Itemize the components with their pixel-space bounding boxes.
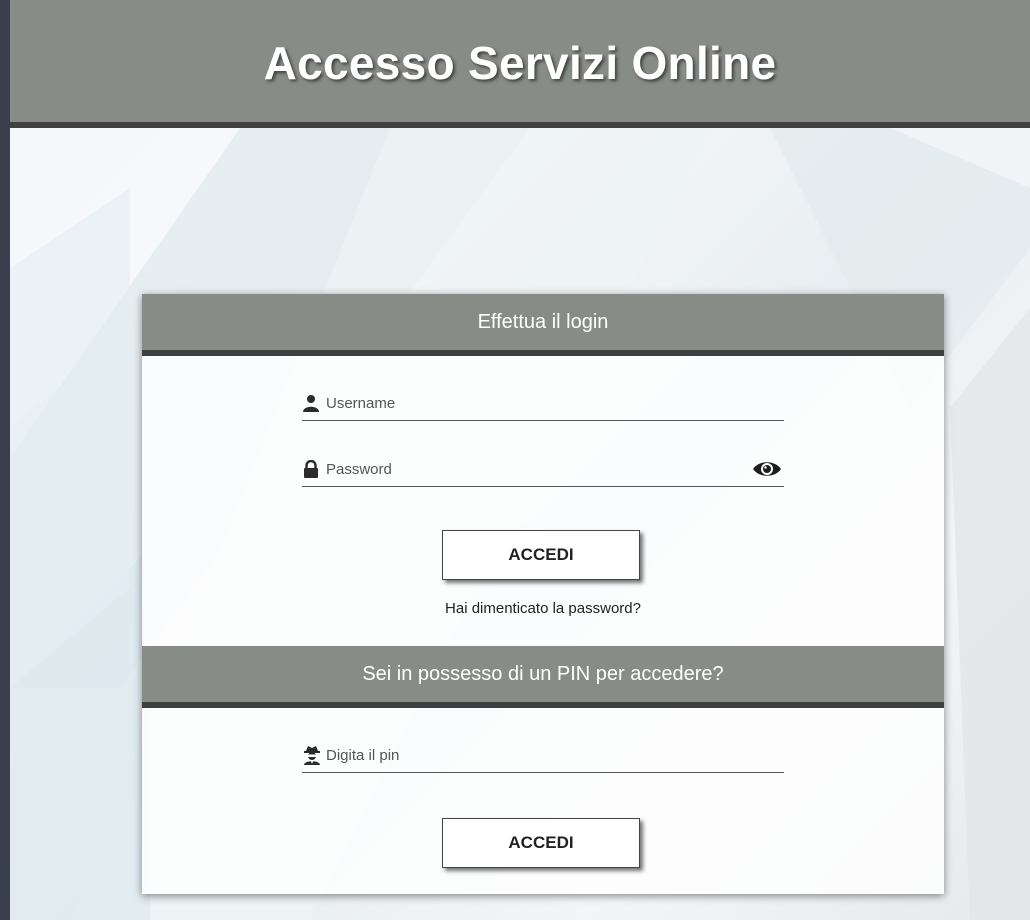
lock-icon xyxy=(302,458,324,480)
page-header: Accesso Servizi Online xyxy=(10,0,1030,128)
login-heading-text: Effettua il login xyxy=(477,311,609,333)
pin-submit-button[interactable]: ACCEDI xyxy=(442,818,640,868)
pin-section: ACCEDI xyxy=(142,708,944,900)
login-card: Effettua il login Username ACCEDI Hai di… xyxy=(142,294,944,894)
pin-heading-text: Sei in possesso di un PIN per accedere? xyxy=(362,663,724,685)
pin-field xyxy=(302,738,784,773)
username-input[interactable] xyxy=(324,391,784,415)
user-secret-icon xyxy=(302,744,324,766)
user-icon xyxy=(302,392,324,414)
login-section-heading: Effettua il login xyxy=(142,294,944,356)
pin-input[interactable] xyxy=(324,743,784,767)
forgot-password-link[interactable]: Hai dimenticato la password? xyxy=(142,600,944,617)
password-field xyxy=(302,452,784,487)
page-frame: Accesso Servizi Online Effettua il login xyxy=(10,0,1030,920)
login-submit-button[interactable]: ACCEDI xyxy=(442,530,640,580)
login-section: ACCEDI Hai dimenticato la password? xyxy=(142,356,944,646)
pin-section-heading: Sei in possesso di un PIN per accedere? xyxy=(142,646,944,708)
eye-icon[interactable] xyxy=(750,458,784,480)
page-title: Accesso Servizi Online xyxy=(263,37,777,89)
username-field xyxy=(302,386,784,421)
password-input[interactable] xyxy=(324,457,750,481)
